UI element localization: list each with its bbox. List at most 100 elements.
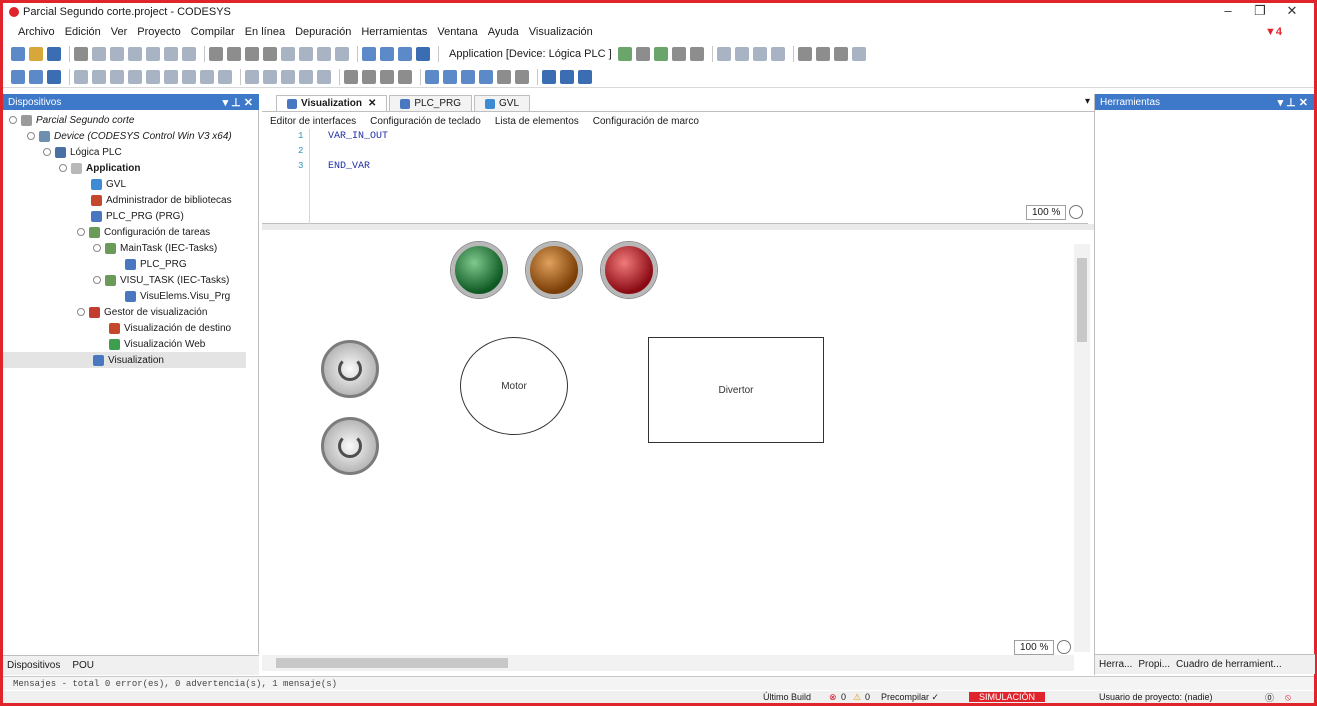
power-button-1[interactable] [321,340,379,398]
tab-toolbox[interactable]: Cuadro de herramient... [1176,659,1282,670]
collapse-toggle-icon[interactable] [43,148,51,156]
layer-top-icon[interactable] [461,69,475,84]
same-size-icon[interactable] [218,69,232,84]
tab-plc-prg[interactable]: PLC_PRG [389,95,473,111]
menu-edicion[interactable]: Edición [65,26,101,38]
preview-active-icon[interactable] [560,69,574,84]
zoom-magnifier-icon[interactable] [1069,205,1084,219]
menu-depuracion[interactable]: Depuración [295,26,351,38]
interface-code-editor[interactable]: 1 VAR_IN_OUT 2 3 END_VAR 100 % [262,129,1088,224]
application-selector[interactable]: Application [Device: Lógica PLC ] [449,48,612,60]
decrease-spacing-icon[interactable] [299,69,313,84]
menu-herramientas[interactable]: Herramientas [361,26,427,38]
next-bookmark-icon[interactable] [299,47,313,61]
build-icon[interactable] [362,47,376,61]
collapse-toggle-icon[interactable] [59,164,67,172]
force-values-icon[interactable] [815,47,830,61]
tree-node-plc-prg[interactable]: PLC_PRG (PRG) [91,208,184,224]
orange-lamp[interactable] [526,242,582,298]
frame-select-icon[interactable] [515,69,529,84]
close-tab-icon[interactable]: ✕ [368,98,376,109]
copy-icon[interactable] [146,47,160,61]
rebuild-icon[interactable] [380,47,394,61]
code-line[interactable]: VAR_IN_OUT [328,131,388,142]
frame-icon[interactable] [497,69,511,84]
login-icon[interactable] [617,47,632,61]
preview-grid-icon[interactable] [578,69,592,84]
zoom-magnifier-icon[interactable] [1057,640,1072,654]
disconnected-icon[interactable]: ⦸ [1285,692,1291,703]
subtab-frame-configuration[interactable]: Configuración de marco [593,116,699,127]
clean-icon[interactable] [398,47,412,61]
layer-bottom-icon[interactable] [479,69,493,84]
messages-bar[interactable]: Mensajes - total 0 error(es), 0 adverten… [3,676,1314,690]
simulation-toggle-icon[interactable] [851,47,866,61]
undo-icon[interactable] [92,47,106,61]
tab-propiedades[interactable]: Propi... [1138,659,1170,670]
align-left-icon[interactable] [74,69,88,84]
tree-node-visualization-manager[interactable]: Gestor de visualización [77,304,207,320]
subtab-element-list[interactable]: Lista de elementos [495,116,579,127]
collapse-toggle-icon[interactable] [93,276,101,284]
tree-node-library-manager[interactable]: Administrador de bibliotecas [91,192,232,208]
vertical-scroll-thumb[interactable] [1077,258,1087,342]
collapse-toggle-icon[interactable] [27,132,35,140]
visualization-canvas[interactable]: Motor Divertor [266,230,1080,655]
tab-herramientas[interactable]: Herra... [1099,659,1132,670]
tab-gvl[interactable]: GVL [474,95,531,111]
collapse-toggle-icon[interactable] [77,228,85,236]
collapse-toggle-icon[interactable] [77,308,85,316]
tree-node-web-visualization[interactable]: Visualización Web [109,336,205,352]
canvas-zoom-value[interactable]: 100 % [1014,639,1055,655]
horizontal-scroll-thumb[interactable] [276,658,508,668]
menu-ventana[interactable]: Ventana [437,26,477,38]
tab-visualization[interactable]: Visualization ✕ [276,95,388,111]
print-icon[interactable] [74,47,88,61]
step-over-icon[interactable] [716,47,731,61]
code-line[interactable]: END_VAR [328,161,370,172]
menu-en-linea[interactable]: En línea [245,26,285,38]
tree-node-task-configuration[interactable]: Configuración de tareas [77,224,210,240]
reset-icon[interactable] [689,47,704,61]
run-to-cursor-icon[interactable] [770,47,785,61]
tree-node-target-visualization[interactable]: Visualización de destino [109,320,231,336]
menu-ayuda[interactable]: Ayuda [488,26,519,38]
toggle-bookmark-icon[interactable] [281,47,295,61]
subtab-interface-editor[interactable]: Editor de interfaces [270,116,356,127]
tree-node-visu-task[interactable]: VISU_TASK (IEC-Tasks) [93,272,229,288]
devices-panel-controls[interactable]: ▾ ⊥ ✕ [223,96,253,109]
logout-icon[interactable] [635,47,650,61]
divertor-shape[interactable]: Divertor [648,337,824,443]
canvas-horizontal-scrollbar[interactable] [262,655,1074,671]
step-into-icon[interactable] [734,47,749,61]
step-out-icon[interactable] [752,47,767,61]
paste-icon[interactable] [164,47,178,61]
tabs-dropdown-icon[interactable]: ▾ [1085,96,1090,107]
save-icon[interactable] [47,47,61,61]
bring-front-icon[interactable] [380,69,394,84]
new-project-icon[interactable] [11,47,25,61]
tab-pou[interactable]: POU [72,660,94,671]
menu-ver[interactable]: Ver [111,26,128,38]
code-zoom-value[interactable]: 100 % [1026,204,1067,220]
center-horizontal-icon[interactable] [146,69,160,84]
find-icon[interactable] [209,47,223,61]
minimize-button[interactable]: – [1212,3,1244,19]
start-icon[interactable] [653,47,668,61]
spacing-horizontal-icon[interactable] [245,69,259,84]
stop-icon[interactable] [671,47,686,61]
tree-node-main-task-plc-prg[interactable]: PLC_PRG [125,256,187,272]
precompile-status[interactable]: Precompilar ✓ [881,692,939,703]
visu-table-icon[interactable] [47,69,61,84]
align-top-icon[interactable] [92,69,106,84]
visu-select-icon[interactable] [11,69,25,84]
canvas-zoom-control[interactable]: 100 % [1014,638,1072,656]
open-project-icon[interactable] [29,47,43,61]
layer-down-icon[interactable] [443,69,457,84]
remove-spacing-icon[interactable] [317,69,331,84]
center-vertical-icon[interactable] [164,69,178,84]
canvas-vertical-scrollbar[interactable] [1074,244,1090,652]
delete-icon[interactable] [182,47,196,61]
visu-rect-icon[interactable] [29,69,43,84]
tools-panel-controls[interactable]: ▾ ⊥ ✕ [1278,96,1308,109]
